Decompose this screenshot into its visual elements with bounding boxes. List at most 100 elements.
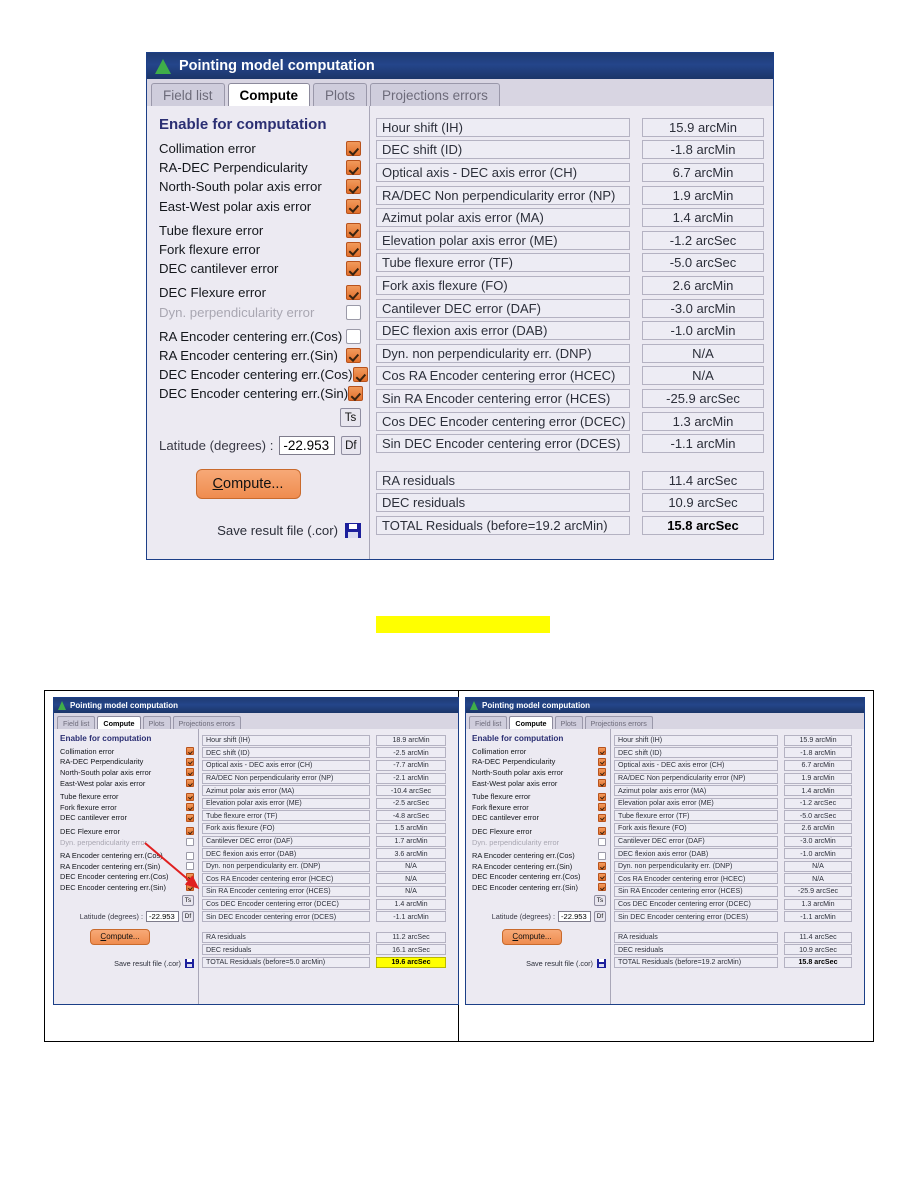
tab-plots[interactable]: Plots xyxy=(554,716,583,729)
tab-compute[interactable]: Compute xyxy=(509,716,553,729)
ts-button[interactable]: Ts xyxy=(340,408,361,428)
checkbox-row-ra-encoder-centering-err-sin[interactable]: RA Encoder centering err.(Sin) xyxy=(60,861,194,872)
checkbox-east-west-polar-axis-error[interactable] xyxy=(186,779,194,788)
checkbox-row-dec-flexure-error[interactable]: DEC Flexure error xyxy=(60,826,194,837)
checkbox-north-south-polar-axis-error[interactable] xyxy=(598,768,606,777)
checkbox-dec-encoder-centering-err-sin[interactable] xyxy=(348,386,364,402)
checkbox-north-south-polar-axis-error[interactable] xyxy=(346,179,361,195)
checkbox-row-east-west-polar-axis-error[interactable]: East-West polar axis error xyxy=(60,778,194,789)
df-button[interactable]: Df xyxy=(340,436,361,456)
compute-button[interactable]: Compute... xyxy=(90,928,150,945)
checkbox-row-tube-flexure-error[interactable]: Tube flexure error xyxy=(60,791,194,802)
checkbox-row-dec-encoder-centering-err-sin[interactable]: DEC Encoder centering err.(Sin) xyxy=(159,384,364,403)
checkbox-dec-encoder-centering-err-cos[interactable] xyxy=(186,872,194,881)
checkbox-row-fork-flexure-error[interactable]: Fork flexure error xyxy=(159,240,361,259)
tab-field-list[interactable]: Field list xyxy=(469,716,508,729)
checkbox-tube-flexure-error[interactable] xyxy=(186,792,194,801)
checkbox-row-dec-encoder-centering-err-sin[interactable]: DEC Encoder centering err.(Sin) xyxy=(60,882,194,893)
tab-projections-errors[interactable]: Projections errors xyxy=(370,83,500,106)
checkbox-row-north-south-polar-axis-error[interactable]: North-South polar axis error xyxy=(60,767,194,778)
checkbox-collimation-error[interactable] xyxy=(186,747,194,756)
checkbox-ra-encoder-centering-err-cos[interactable] xyxy=(598,851,606,860)
checkbox-row-collimation-error[interactable]: Collimation error xyxy=(472,746,606,757)
tab-compute[interactable]: Compute xyxy=(227,83,311,106)
df-button[interactable]: Df xyxy=(594,910,606,922)
tab-compute[interactable]: Compute xyxy=(97,716,141,729)
df-button[interactable]: Df xyxy=(182,910,194,922)
checkbox-row-dec-cantilever-error[interactable]: DEC cantilever error xyxy=(159,259,361,278)
checkbox-row-dec-encoder-centering-err-sin[interactable]: DEC Encoder centering err.(Sin) xyxy=(472,882,606,893)
checkbox-dyn-perpendicularity-error[interactable] xyxy=(186,838,194,847)
checkbox-dec-flexure-error[interactable] xyxy=(346,285,361,301)
checkbox-fork-flexure-error[interactable] xyxy=(186,803,194,812)
checkbox-ra-encoder-centering-err-sin[interactable] xyxy=(186,862,194,871)
checkbox-row-dec-encoder-centering-err-cos[interactable]: DEC Encoder centering err.(Cos) xyxy=(159,365,368,384)
checkbox-ra-encoder-centering-err-sin[interactable] xyxy=(346,347,361,363)
checkbox-row-fork-flexure-error[interactable]: Fork flexure error xyxy=(472,802,606,813)
tab-plots[interactable]: Plots xyxy=(142,716,171,729)
checkbox-row-dec-flexure-error[interactable]: DEC Flexure error xyxy=(159,283,361,302)
checkbox-row-collimation-error[interactable]: Collimation error xyxy=(60,746,194,757)
checkbox-row-fork-flexure-error[interactable]: Fork flexure error xyxy=(60,802,194,813)
tab-field-list[interactable]: Field list xyxy=(151,83,225,106)
tab-projections-errors[interactable]: Projections errors xyxy=(584,716,653,729)
checkbox-dec-cantilever-error[interactable] xyxy=(186,813,194,822)
checkbox-row-dec-cantilever-error[interactable]: DEC cantilever error xyxy=(472,813,606,824)
checkbox-dec-encoder-centering-err-cos[interactable] xyxy=(352,367,368,383)
checkbox-row-tube-flexure-error[interactable]: Tube flexure error xyxy=(472,791,606,802)
checkbox-north-south-polar-axis-error[interactable] xyxy=(186,768,194,777)
checkbox-ra-encoder-centering-err-cos[interactable] xyxy=(346,328,361,344)
checkbox-dec-cantilever-error[interactable] xyxy=(346,261,361,277)
checkbox-row-ra-dec-perpendicularity[interactable]: RA-DEC Perpendicularity xyxy=(159,158,361,177)
latitude-input[interactable]: -22.953 xyxy=(558,910,591,922)
checkbox-row-dec-encoder-centering-err-cos[interactable]: DEC Encoder centering err.(Cos) xyxy=(60,872,194,883)
checkbox-row-dyn-perpendicularity-error[interactable]: Dyn. perpendicularity error xyxy=(159,303,361,322)
checkbox-row-dec-encoder-centering-err-cos[interactable]: DEC Encoder centering err.(Cos) xyxy=(472,872,606,883)
checkbox-row-ra-encoder-centering-err-sin[interactable]: RA Encoder centering err.(Sin) xyxy=(159,346,361,365)
checkbox-east-west-polar-axis-error[interactable] xyxy=(598,779,606,788)
checkbox-dyn-perpendicularity-error[interactable] xyxy=(346,304,361,320)
checkbox-dec-encoder-centering-err-sin[interactable] xyxy=(186,883,194,892)
checkbox-row-ra-encoder-centering-err-sin[interactable]: RA Encoder centering err.(Sin) xyxy=(472,861,606,872)
checkbox-row-ra-encoder-centering-err-cos[interactable]: RA Encoder centering err.(Cos) xyxy=(472,850,606,861)
checkbox-row-north-south-polar-axis-error[interactable]: North-South polar axis error xyxy=(159,177,361,196)
checkbox-row-ra-encoder-centering-err-cos[interactable]: RA Encoder centering err.(Cos) xyxy=(159,327,361,346)
compute-button[interactable]: Compute... xyxy=(195,469,301,500)
compute-button[interactable]: Compute... xyxy=(502,928,562,945)
checkbox-dec-flexure-error[interactable] xyxy=(186,827,194,836)
checkbox-east-west-polar-axis-error[interactable] xyxy=(346,198,361,214)
checkbox-fork-flexure-error[interactable] xyxy=(346,242,361,258)
tab-field-list[interactable]: Field list xyxy=(57,716,96,729)
tab-projections-errors[interactable]: Projections errors xyxy=(172,716,241,729)
checkbox-row-ra-dec-perpendicularity[interactable]: RA-DEC Perpendicularity xyxy=(472,757,606,768)
latitude-input[interactable]: -22.953 xyxy=(146,910,179,922)
ts-button[interactable]: Ts xyxy=(594,894,606,906)
checkbox-ra-encoder-centering-err-cos[interactable] xyxy=(186,851,194,860)
checkbox-ra-dec-perpendicularity[interactable] xyxy=(186,757,194,766)
checkbox-ra-dec-perpendicularity[interactable] xyxy=(598,757,606,766)
checkbox-row-tube-flexure-error[interactable]: Tube flexure error xyxy=(159,221,361,240)
checkbox-dec-flexure-error[interactable] xyxy=(598,827,606,836)
checkbox-dyn-perpendicularity-error[interactable] xyxy=(598,838,606,847)
checkbox-row-dec-flexure-error[interactable]: DEC Flexure error xyxy=(472,826,606,837)
checkbox-dec-cantilever-error[interactable] xyxy=(598,813,606,822)
checkbox-row-ra-encoder-centering-err-cos[interactable]: RA Encoder centering err.(Cos) xyxy=(60,850,194,861)
checkbox-fork-flexure-error[interactable] xyxy=(598,803,606,812)
floppy-disk-icon[interactable] xyxy=(345,523,361,539)
checkbox-row-dyn-perpendicularity-error[interactable]: Dyn. perpendicularity error xyxy=(60,837,194,848)
checkbox-dec-encoder-centering-err-sin[interactable] xyxy=(598,883,606,892)
checkbox-tube-flexure-error[interactable] xyxy=(346,222,361,238)
checkbox-dec-encoder-centering-err-cos[interactable] xyxy=(598,872,606,881)
floppy-disk-icon[interactable] xyxy=(597,958,606,968)
checkbox-tube-flexure-error[interactable] xyxy=(598,792,606,801)
checkbox-ra-encoder-centering-err-sin[interactable] xyxy=(598,862,606,871)
checkbox-row-dec-cantilever-error[interactable]: DEC cantilever error xyxy=(60,813,194,824)
tab-plots[interactable]: Plots xyxy=(313,83,368,106)
latitude-input[interactable]: -22.953 xyxy=(279,436,335,456)
checkbox-row-north-south-polar-axis-error[interactable]: North-South polar axis error xyxy=(472,767,606,778)
checkbox-row-east-west-polar-axis-error[interactable]: East-West polar axis error xyxy=(472,778,606,789)
checkbox-row-collimation-error[interactable]: Collimation error xyxy=(159,139,361,158)
checkbox-ra-dec-perpendicularity[interactable] xyxy=(346,160,361,176)
floppy-disk-icon[interactable] xyxy=(185,958,194,968)
checkbox-collimation-error[interactable] xyxy=(598,747,606,756)
